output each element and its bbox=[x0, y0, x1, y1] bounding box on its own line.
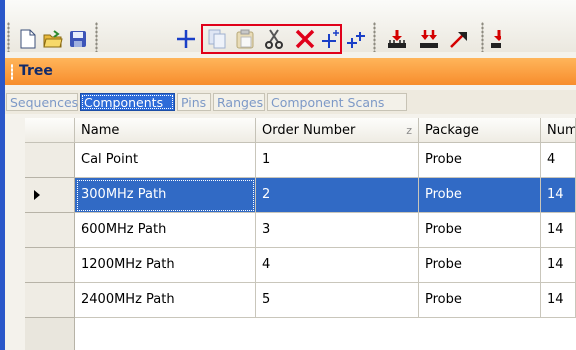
cell-package[interactable]: Probe bbox=[419, 143, 541, 178]
row-header[interactable] bbox=[25, 213, 75, 248]
empty-row-area bbox=[25, 318, 75, 350]
cell-package[interactable]: Probe bbox=[419, 178, 541, 213]
open-button[interactable] bbox=[42, 26, 64, 52]
cell-num[interactable]: 14 bbox=[541, 178, 576, 213]
add-multiple-icon bbox=[347, 32, 365, 48]
grid-corner-header[interactable] bbox=[25, 118, 75, 143]
import-icon bbox=[491, 30, 501, 48]
tab-ranges[interactable]: Ranges bbox=[213, 93, 265, 111]
cell-order-number[interactable]: 5 bbox=[256, 283, 419, 318]
cell-name[interactable]: 600MHz Path bbox=[75, 213, 256, 248]
cell-name[interactable]: 300MHz Path bbox=[75, 178, 256, 213]
download-icon bbox=[388, 30, 406, 48]
cell-name[interactable]: 2400MHz Path bbox=[75, 283, 256, 318]
cell-num[interactable]: 14 bbox=[541, 283, 576, 318]
save-button[interactable] bbox=[67, 26, 89, 52]
tab-strip: Sequences Components Pins Ranges Compone… bbox=[5, 90, 576, 114]
import-button[interactable] bbox=[491, 26, 501, 52]
cell-order-number[interactable]: 4 bbox=[256, 248, 419, 283]
cell-package[interactable]: Probe bbox=[419, 283, 541, 318]
cell-num[interactable]: 14 bbox=[541, 248, 576, 283]
tab-components[interactable]: Components bbox=[80, 93, 175, 111]
column-header-num[interactable]: Num bbox=[541, 118, 576, 143]
new-document-icon bbox=[20, 29, 36, 49]
current-row-indicator-icon bbox=[34, 190, 40, 200]
cell-num[interactable]: 14 bbox=[541, 213, 576, 248]
cell-order-number[interactable]: 3 bbox=[256, 213, 419, 248]
cell-order-number[interactable]: 2 bbox=[256, 178, 419, 213]
export-arrow-icon bbox=[450, 32, 467, 48]
cell-num[interactable]: 4 bbox=[541, 143, 576, 178]
toolbar-separator bbox=[95, 22, 98, 52]
components-grid: Name Order Number z Package Num Cal Poin… bbox=[25, 118, 576, 350]
new-document-button[interactable] bbox=[17, 26, 39, 52]
add-button[interactable] bbox=[175, 26, 197, 52]
toolbar-separator bbox=[481, 22, 484, 52]
row-header[interactable] bbox=[25, 178, 75, 213]
add-multiple-button[interactable] bbox=[345, 26, 367, 52]
row-header[interactable] bbox=[25, 143, 75, 178]
toolbar-grip[interactable] bbox=[7, 22, 10, 52]
export-button[interactable] bbox=[447, 26, 471, 52]
cell-name[interactable]: Cal Point bbox=[75, 143, 256, 178]
highlight-box bbox=[201, 24, 342, 54]
column-header-name[interactable]: Name bbox=[75, 118, 256, 143]
tree-panel-header: Tree bbox=[5, 58, 576, 85]
cell-order-number[interactable]: 1 bbox=[256, 143, 419, 178]
tab-sequences[interactable]: Sequences bbox=[6, 93, 78, 111]
column-header-package[interactable]: Package bbox=[419, 118, 541, 143]
cell-package[interactable]: Probe bbox=[419, 213, 541, 248]
download-multiple-icon bbox=[420, 30, 438, 48]
tree-title: Tree bbox=[19, 63, 53, 79]
toolbar bbox=[5, 0, 576, 54]
download-button[interactable] bbox=[385, 26, 409, 52]
toolbar-separator bbox=[373, 22, 376, 52]
left-border bbox=[0, 0, 5, 350]
column-header-order-number[interactable]: Order Number z bbox=[256, 118, 419, 143]
tab-pins[interactable]: Pins bbox=[177, 93, 211, 111]
add-icon bbox=[177, 30, 195, 48]
cell-package[interactable]: Probe bbox=[419, 248, 541, 283]
tab-component-scans[interactable]: Component Scans bbox=[267, 93, 407, 111]
panel-grip bbox=[11, 64, 13, 80]
column-header-label: Order Number bbox=[262, 123, 356, 138]
row-header[interactable] bbox=[25, 283, 75, 318]
save-icon bbox=[70, 31, 86, 47]
cell-name[interactable]: 1200MHz Path bbox=[75, 248, 256, 283]
open-folder-icon bbox=[43, 30, 63, 48]
download-multiple-button[interactable] bbox=[417, 26, 441, 52]
row-header[interactable] bbox=[25, 248, 75, 283]
sort-icon: z bbox=[406, 124, 412, 137]
